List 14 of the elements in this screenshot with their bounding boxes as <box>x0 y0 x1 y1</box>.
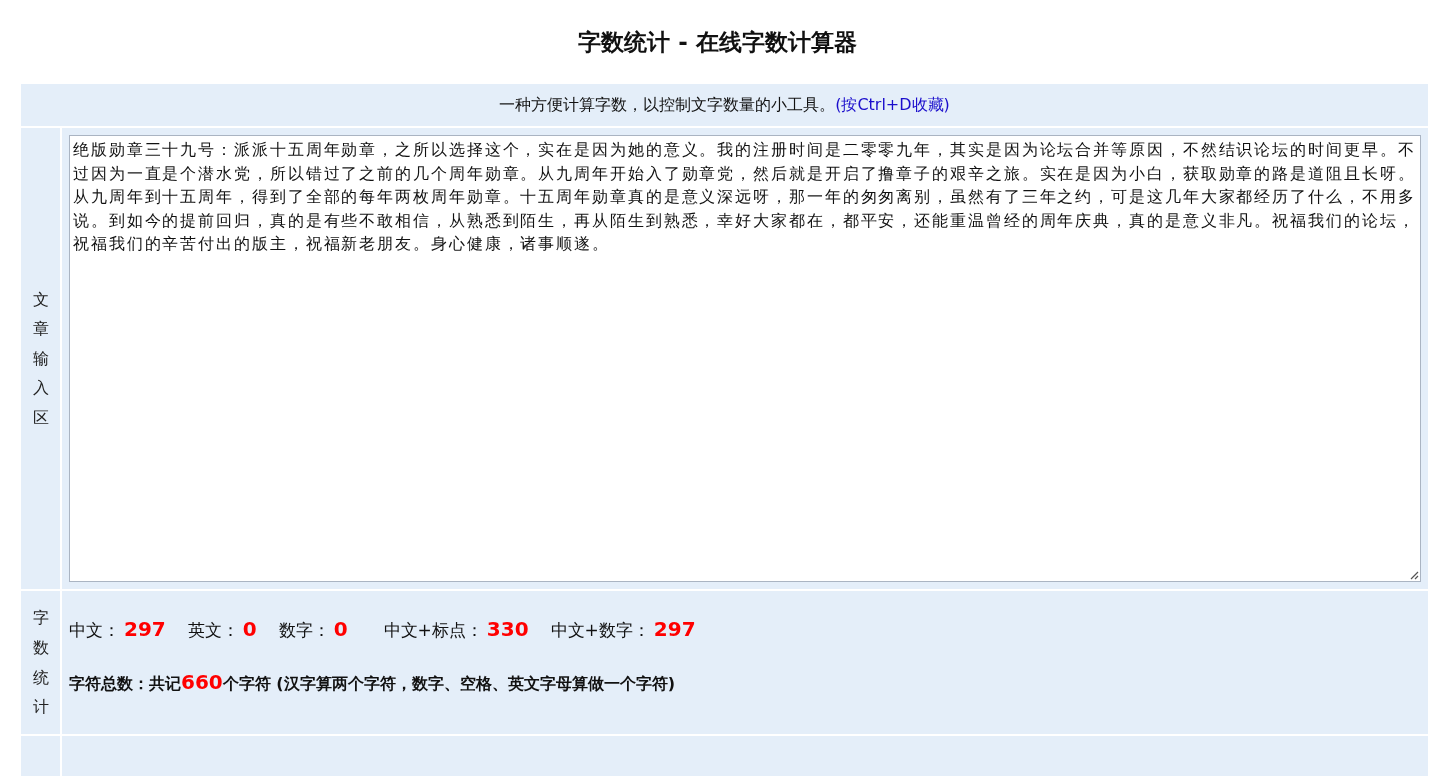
count-stat: 中文+数字： 297 <box>550 617 696 642</box>
count-stat: 中文： 297 <box>69 617 166 642</box>
text-input-field[interactable]: 绝版勋章三十九号：派派十五周年勋章，之所以选择这个，实在是因为她的意义。我的注册时间是二零零九年，其实是因为论坛合并等原因，不然结识论坛的时间更早。不过因为一直是个潜水党，所以错过了之前的几个周年勋章。从九周年开始入了勋章党，然后就是开启了撸章子的艰辛之旅。实在是因为小白，获取勋章的路是道阻且长呀。从九周年到十五周年，得到了全部的每年两枚周年勋章。十五周年勋章真的是意义深远呀，那一年的匆匆离别，虽然有了三年之约，可是这几年大家都经历了什么，不用多说。到如今的提前回归，真的是有些不敢相信，从熟悉到陌生，再从陌生到熟悉，幸好大家都在，都平安，还能重温曾经的周年庆典，真的是意义非凡。祝福我们的论坛，祝福我们的辛苦付出的版主，祝福新老朋友。身心健康，诸事顺遂。 <box>69 135 1421 582</box>
section-label: 字数统计 <box>32 607 49 719</box>
resize-grip-icon[interactable] <box>1409 570 1419 580</box>
intro-text: 一种方便计算字数，以控制文字数量的小工具。 <box>499 94 836 116</box>
section-label: 文章输入区 <box>32 288 49 429</box>
page-title: 字数统计 - 在线字数计算器 <box>577 28 858 57</box>
count-stat: 中文+标点： 330 <box>383 617 529 642</box>
count-stat: 数字： 0 <box>278 617 348 642</box>
count-stat: 英文： 0 <box>187 617 257 642</box>
total-count-text: 字符总数：共记660个字符 (汉字算两个字符，数字、空格、英文字母算做一个字符) <box>69 670 676 695</box>
empty-table-cell <box>21 736 60 776</box>
bookmark-link[interactable]: (按Ctrl+D收藏) <box>835 94 950 116</box>
